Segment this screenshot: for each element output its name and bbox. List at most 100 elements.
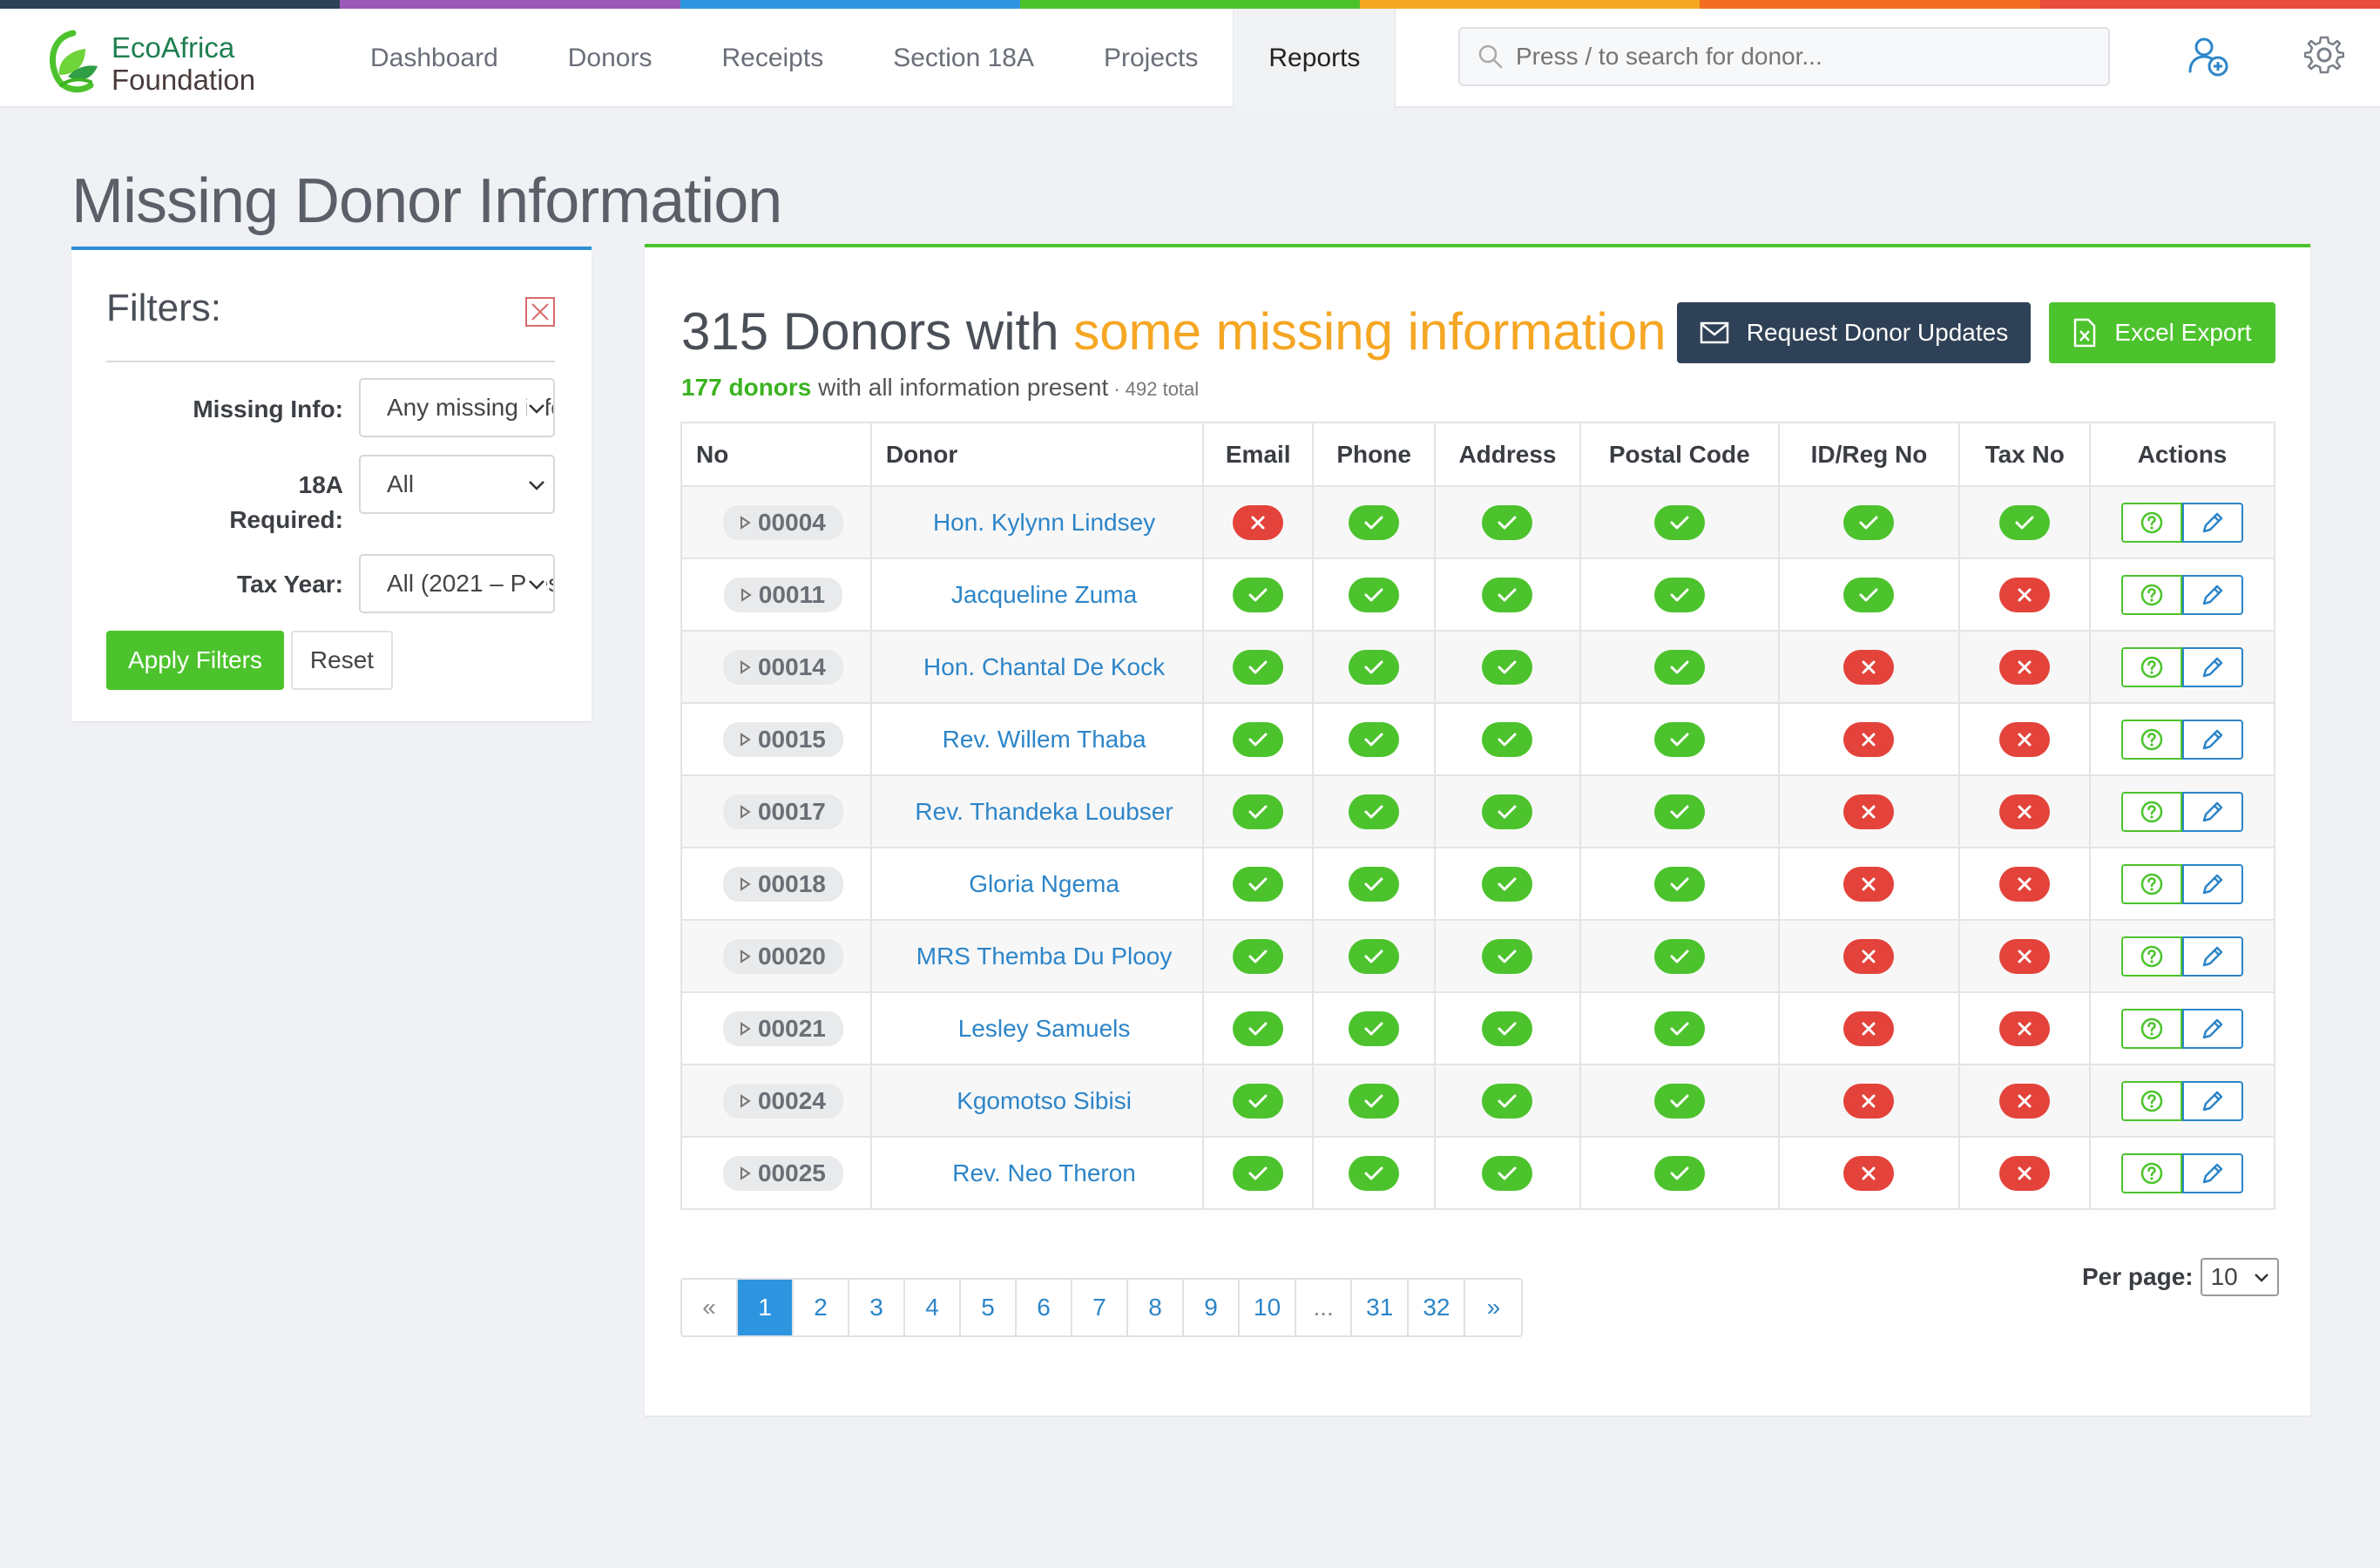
add-user-icon[interactable]: [2187, 35, 2230, 78]
nav-reports[interactable]: Reports: [1233, 9, 1396, 108]
donor-name-link[interactable]: MRS Themba Du Plooy: [916, 943, 1173, 970]
help-button[interactable]: [2121, 1008, 2183, 1049]
apply-filters-button[interactable]: Apply Filters: [106, 631, 284, 690]
pagination-page-button[interactable]: 6: [1017, 1280, 1072, 1335]
nav-section-18a[interactable]: Section 18A: [858, 9, 1069, 108]
pagination-page-button[interactable]: 8: [1128, 1280, 1184, 1335]
actions-cell: [2089, 991, 2275, 1065]
donor-number: 00017: [757, 797, 826, 825]
edit-button[interactable]: [2182, 1080, 2244, 1121]
help-button[interactable]: [2121, 574, 2183, 615]
pagination-page-button[interactable]: 10: [1240, 1280, 1297, 1335]
pagination-prev-button[interactable]: «: [682, 1280, 738, 1335]
col-phone[interactable]: Phone: [1312, 422, 1437, 487]
pagination-page-button[interactable]: 7: [1072, 1280, 1128, 1335]
per-page-select[interactable]: 10: [2200, 1258, 2279, 1296]
donor-name-link[interactable]: Kgomotso Sibisi: [957, 1087, 1132, 1114]
close-filters-icon[interactable]: [525, 297, 555, 327]
col-address[interactable]: Address: [1434, 422, 1581, 487]
col-no[interactable]: No: [680, 422, 872, 487]
help-button[interactable]: [2121, 1080, 2183, 1121]
reset-filters-button[interactable]: Reset: [291, 631, 393, 690]
email-status-cell: [1202, 991, 1315, 1065]
help-button[interactable]: [2121, 863, 2183, 904]
edit-button[interactable]: [2182, 574, 2244, 615]
pagination-next-button[interactable]: »: [1465, 1280, 1521, 1335]
pagination-page-button[interactable]: 3: [849, 1280, 905, 1335]
donor-name-link[interactable]: Gloria Ngema: [969, 870, 1119, 897]
check-icon: [1653, 649, 1705, 685]
donor-name-link[interactable]: Lesley Samuels: [958, 1015, 1131, 1042]
check-icon: [1482, 938, 1533, 974]
col-id-reg-no[interactable]: ID/Reg No: [1777, 422, 1961, 487]
donor-number-badge[interactable]: 00017: [722, 794, 843, 829]
row-actions: [2121, 791, 2244, 832]
nav-donors[interactable]: Donors: [533, 9, 687, 108]
pagination-page-button[interactable]: 2: [794, 1280, 849, 1335]
brand-name-line2: Foundation: [112, 64, 256, 96]
help-button[interactable]: [2121, 791, 2183, 832]
donor-name-link[interactable]: Rev. Willem Thaba: [943, 726, 1146, 753]
req-18a-select[interactable]: All: [359, 455, 555, 514]
question-circle-icon: [2140, 1162, 2163, 1184]
donor-name-link[interactable]: Rev. Neo Theron: [952, 1159, 1136, 1186]
help-button[interactable]: [2121, 502, 2183, 543]
help-button[interactable]: [2121, 646, 2183, 687]
cross-icon: [1999, 794, 2051, 829]
donor-name-link[interactable]: Rev. Thandeka Loubser: [915, 798, 1173, 825]
donor-number-badge[interactable]: 00004: [722, 504, 843, 540]
donor-number-badge[interactable]: 00024: [722, 1083, 843, 1119]
request-donor-updates-button[interactable]: Request Donor Updates: [1677, 302, 2031, 363]
id-reg-no-status-cell: [1777, 1064, 1961, 1138]
edit-button[interactable]: [2182, 502, 2244, 543]
col-postal-code[interactable]: Postal Code: [1579, 422, 1780, 487]
pagination-page-button[interactable]: 4: [905, 1280, 961, 1335]
missing-info-label: Missing Info:: [193, 395, 343, 422]
edit-button[interactable]: [2182, 863, 2244, 904]
email-status-cell: [1202, 485, 1315, 559]
edit-button[interactable]: [2182, 791, 2244, 832]
excel-export-button[interactable]: Excel Export: [2049, 302, 2275, 363]
edit-button[interactable]: [2182, 1008, 2244, 1049]
donor-number-badge[interactable]: 00014: [722, 649, 843, 685]
donor-number-badge[interactable]: 00018: [722, 866, 843, 902]
nav-receipts[interactable]: Receipts: [686, 9, 858, 108]
edit-button[interactable]: [2182, 1152, 2244, 1193]
gear-icon[interactable]: [2304, 35, 2344, 75]
missing-info-select[interactable]: Any missing info: [359, 378, 555, 437]
email-status-cell: [1202, 919, 1315, 993]
pagination-page-button[interactable]: 9: [1184, 1280, 1240, 1335]
donor-search-input[interactable]: [1516, 43, 2082, 71]
col-email[interactable]: Email: [1202, 422, 1315, 487]
question-circle-icon: [2140, 656, 2163, 678]
nav-dashboard[interactable]: Dashboard: [335, 9, 533, 108]
nav-projects[interactable]: Projects: [1069, 9, 1233, 108]
donor-name-link[interactable]: Jacqueline Zuma: [951, 581, 1137, 608]
pagination-page-button[interactable]: 1: [738, 1280, 794, 1335]
donor-name-link[interactable]: Hon. Kylynn Lindsey: [933, 509, 1155, 536]
pagination-page-button[interactable]: 5: [961, 1280, 1017, 1335]
edit-button[interactable]: [2182, 719, 2244, 760]
tax-year-select[interactable]: All (2021 – Present): [359, 554, 555, 613]
donor-name-cell: Rev. Neo Theron: [869, 1136, 1205, 1210]
address-status-cell: [1434, 991, 1581, 1065]
logo[interactable]: EcoAfrica Foundation: [42, 24, 286, 98]
edit-button[interactable]: [2182, 646, 2244, 687]
donor-number-badge[interactable]: 00025: [722, 1155, 843, 1191]
pagination-page-button[interactable]: 31: [1352, 1280, 1410, 1335]
col-tax-no[interactable]: Tax No: [1958, 422, 2092, 487]
id-reg-no-status-cell: [1777, 630, 1961, 704]
pagination-page-button[interactable]: 32: [1409, 1280, 1466, 1335]
help-button[interactable]: [2121, 936, 2183, 977]
donor-name-link[interactable]: Hon. Chantal De Kock: [923, 653, 1165, 680]
col-donor[interactable]: Donor: [869, 422, 1205, 487]
donor-search-box[interactable]: [1458, 27, 2110, 86]
donor-number-badge[interactable]: 00021: [722, 1010, 843, 1046]
check-icon: [1482, 794, 1533, 829]
donor-number-badge[interactable]: 00015: [722, 721, 843, 757]
help-button[interactable]: [2121, 719, 2183, 760]
donor-number-badge[interactable]: 00011: [723, 577, 843, 612]
donor-number-badge[interactable]: 00020: [722, 938, 843, 974]
edit-button[interactable]: [2182, 936, 2244, 977]
help-button[interactable]: [2121, 1152, 2183, 1193]
